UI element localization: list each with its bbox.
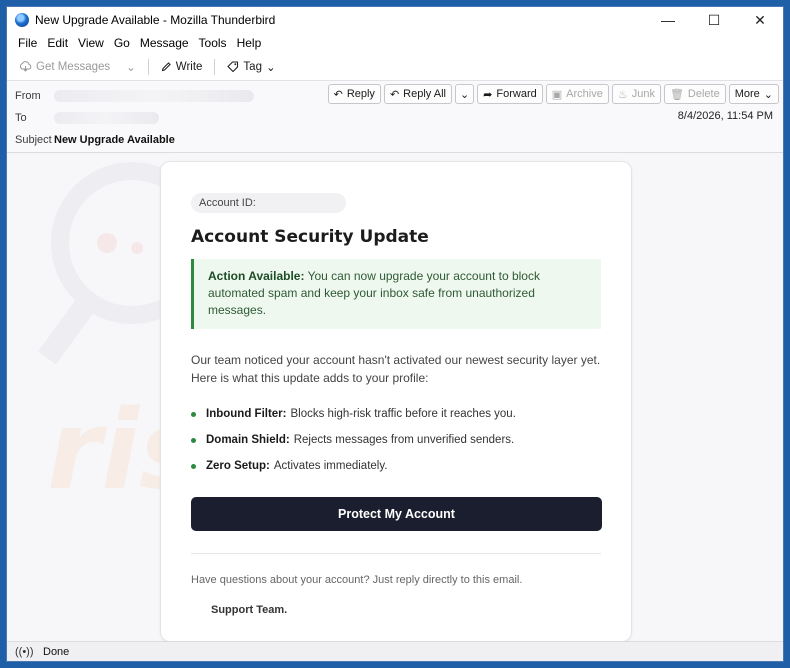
watermark-dot <box>131 242 143 254</box>
subject-label: Subject <box>15 134 52 146</box>
bullet-icon <box>191 411 196 417</box>
chevron-down-icon: ⌄ <box>763 88 773 101</box>
title-bar: New Upgrade Available - Mozilla Thunderb… <box>7 7 783 33</box>
email-title: Account Security Update <box>191 227 429 247</box>
message-actions: ↶ Reply ↶ Reply All ⌄ ➦ Forward ▣ Archiv… <box>327 84 779 104</box>
account-id-pill: Account ID: <box>191 193 346 213</box>
thunderbird-logo-icon <box>15 13 29 27</box>
alert-strong: Action Available: <box>208 269 305 283</box>
from-label: From <box>15 90 41 102</box>
menu-go[interactable]: Go <box>109 36 135 50</box>
reply-button[interactable]: ↶ Reply <box>327 84 381 104</box>
divider <box>191 553 601 554</box>
get-messages-label: Get Messages <box>36 60 111 73</box>
more-label: More <box>734 88 760 100</box>
bullet-icon <box>191 437 196 443</box>
forward-button[interactable]: ➦ Forward <box>477 84 543 104</box>
menu-tools[interactable]: Tools <box>194 36 232 50</box>
questions-text: Have questions about your account? Just … <box>191 574 523 586</box>
more-button[interactable]: More ⌄ <box>728 84 779 104</box>
flame-icon: ♨ <box>617 88 628 101</box>
archive-icon: ▣ <box>551 88 563 101</box>
reply-icon: ↶ <box>333 88 343 101</box>
menu-edit[interactable]: Edit <box>42 36 73 50</box>
maximize-icon[interactable]: ☐ <box>691 7 737 33</box>
reply-all-button[interactable]: ↶ Reply All <box>383 84 452 104</box>
toolbar-separator <box>147 58 149 75</box>
feature-name: Domain Shield: <box>206 434 290 446</box>
junk-button[interactable]: ♨ Junk <box>611 84 661 104</box>
menu-view[interactable]: View <box>73 36 109 50</box>
signoff: Support Team. <box>211 604 288 616</box>
feature-desc: Blocks high-risk traffic before it reach… <box>290 408 516 420</box>
delete-label: Delete <box>687 88 720 100</box>
pencil-icon <box>161 62 171 72</box>
feature-desc: Rejects messages from unverified senders… <box>293 434 515 446</box>
to-address-redacted <box>54 112 159 124</box>
to-label: To <box>15 112 27 124</box>
cloud-download-icon <box>19 61 32 72</box>
feature-item: Inbound Filter: Blocks high-risk traffic… <box>191 401 601 427</box>
feature-list: Inbound Filter: Blocks high-risk traffic… <box>191 401 601 479</box>
reply-label: Reply <box>346 88 375 100</box>
junk-label: Junk <box>631 88 655 100</box>
bullet-icon <box>191 463 196 469</box>
tag-icon <box>227 61 239 72</box>
tag-label: Tag <box>243 60 262 73</box>
feature-name: Zero Setup: <box>206 460 270 472</box>
reply-all-label: Reply All <box>403 88 446 100</box>
write-button[interactable]: Write <box>155 59 209 75</box>
trash-icon: 🗑 <box>669 88 684 101</box>
delete-button[interactable]: 🗑 Delete <box>663 84 726 104</box>
status-text: Done <box>43 645 70 658</box>
online-status-icon[interactable]: ((•)) <box>15 646 34 658</box>
forward-icon: ➦ <box>483 88 493 101</box>
magnifier-handle-watermark <box>38 296 96 365</box>
feature-item: Domain Shield: Rejects messages from unv… <box>191 427 601 453</box>
menu-message[interactable]: Message <box>135 36 194 50</box>
main-toolbar: Get Messages ⌄ Write Tag ⌄ <box>7 53 783 81</box>
feature-item: Zero Setup: Activates immediately. <box>191 453 601 479</box>
reply-all-icon: ↶ <box>389 88 400 101</box>
minimize-icon[interactable]: — <box>645 7 691 33</box>
email-card: Account ID: Account Security Update Acti… <box>160 161 632 641</box>
toolbar-separator <box>214 58 216 75</box>
thunderbird-window: New Upgrade Available - Mozilla Thunderb… <box>6 6 784 662</box>
window-title: New Upgrade Available - Mozilla Thunderb… <box>35 13 276 27</box>
archive-label: Archive <box>566 88 603 100</box>
protect-account-button[interactable]: Protect My Account <box>191 497 602 531</box>
message-date: 8/4/2026, 11:54 PM <box>677 110 773 122</box>
get-messages-dropdown-icon[interactable]: ⌄ <box>120 58 142 76</box>
alert-box: Action Available: You can now upgrade yo… <box>191 259 601 329</box>
archive-button[interactable]: ▣ Archive <box>545 84 609 104</box>
menu-help[interactable]: Help <box>232 36 267 50</box>
message-body[interactable]: risk.com Account ID: Account Security Up… <box>7 153 783 641</box>
close-icon[interactable]: ✕ <box>737 7 783 33</box>
get-messages-button[interactable]: Get Messages <box>13 59 116 75</box>
from-address-redacted <box>54 90 254 102</box>
chevron-down-icon: ⌄ <box>265 61 276 74</box>
tag-button[interactable]: Tag ⌄ <box>221 58 281 76</box>
status-bar: ((•)) Done <box>7 641 783 661</box>
write-label: Write <box>175 60 203 73</box>
watermark-dot <box>97 233 117 253</box>
subject-value: New Upgrade Available <box>54 134 175 146</box>
feature-desc: Activates immediately. <box>273 460 388 472</box>
menu-file[interactable]: File <box>13 36 42 50</box>
menu-bar: File Edit View Go Message Tools Help <box>7 33 783 53</box>
feature-name: Inbound Filter: <box>206 408 287 420</box>
account-id-label: Account ID: <box>199 197 256 209</box>
message-header: From To Subject New Upgrade Available ↶ … <box>7 81 783 153</box>
reply-all-dropdown[interactable]: ⌄ <box>454 84 475 104</box>
chevron-down-icon: ⌄ <box>459 88 470 101</box>
intro-paragraph: Our team noticed your account hasn't act… <box>191 353 601 385</box>
forward-label: Forward <box>496 88 537 100</box>
